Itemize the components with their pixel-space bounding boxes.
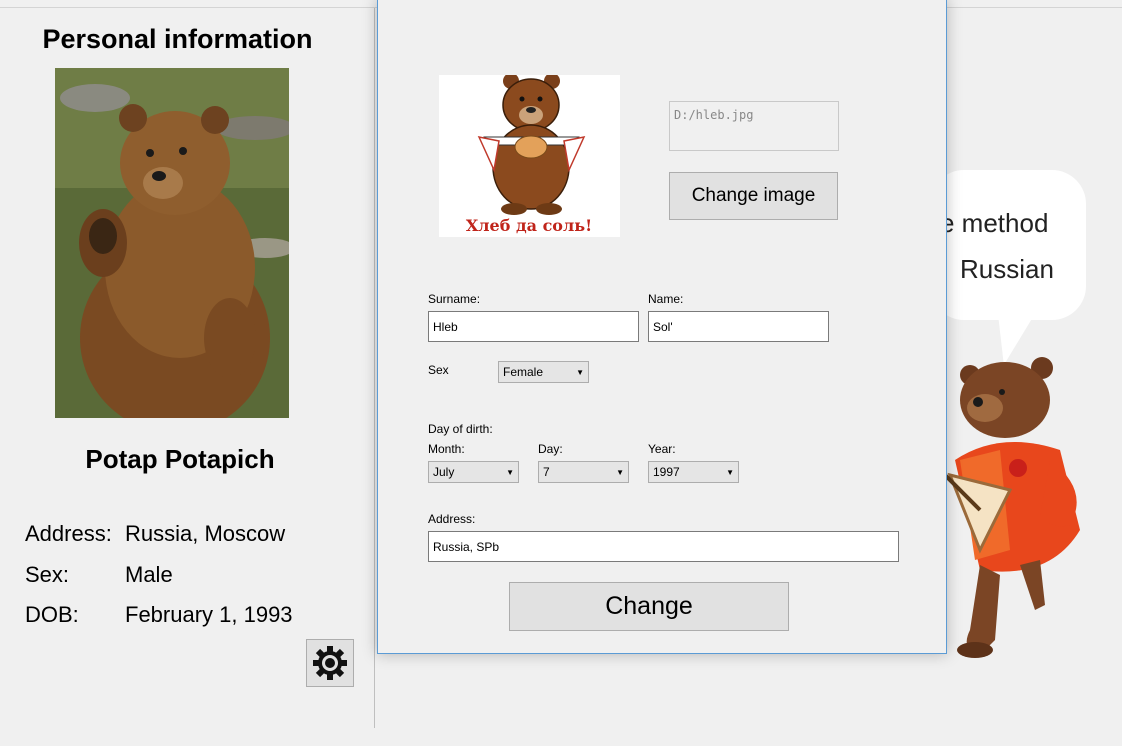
dob-value: February 1, 1993	[125, 602, 293, 627]
page-title: Personal information	[42, 24, 313, 54]
address-label: Address:	[428, 512, 476, 526]
name-input[interactable]: Sol'	[648, 311, 829, 342]
chevron-down-icon: ▼	[576, 367, 584, 377]
sex-value: Male	[125, 562, 173, 587]
chevron-down-icon: ▼	[726, 467, 734, 477]
sex-select-value: Female	[503, 365, 544, 379]
dob-row: DOB: February 1, 1993	[25, 602, 293, 628]
year-label: Year:	[648, 442, 676, 456]
image-path-field: D:/hleb.jpg	[669, 101, 839, 151]
month-select-value: July	[433, 465, 455, 479]
settings-button[interactable]	[306, 639, 354, 687]
change-image-button[interactable]: Change image	[669, 172, 838, 220]
address-value: Russia, Moscow	[125, 521, 286, 546]
profile-photo	[55, 68, 289, 418]
chevron-down-icon: ▼	[616, 467, 624, 477]
full-name: Potap Potapich	[85, 444, 275, 474]
day-select[interactable]: 7 ▼	[538, 461, 629, 483]
address-input[interactable]: Russia, SPb	[428, 531, 899, 562]
chevron-down-icon: ▼	[506, 467, 514, 477]
change-button[interactable]: Change	[509, 582, 789, 631]
surname-input[interactable]: Hleb	[428, 311, 639, 342]
balalaika-bear-illustration	[940, 357, 1080, 658]
month-select[interactable]: July ▼	[428, 461, 519, 483]
sex-label: Sex:	[25, 562, 70, 587]
speech-bubble-text: e method Russian	[940, 200, 1054, 292]
speech-line-1: e method	[940, 208, 1049, 238]
month-label: Month:	[428, 442, 465, 456]
panel-divider	[374, 8, 375, 728]
name-label: Name:	[648, 292, 684, 306]
sex-label: Sex	[428, 363, 449, 377]
sex-row: Sex: Male	[25, 562, 173, 588]
dob-label: Day of dirth:	[428, 422, 493, 436]
address-row: Address: Russia, Moscow	[25, 521, 285, 547]
day-label: Day:	[538, 442, 563, 456]
year-select[interactable]: 1997 ▼	[648, 461, 739, 483]
image-caption: Хлеб да соль!	[466, 216, 592, 235]
edit-profile-dialog: Хлеб да соль! D:/hleb.jpg Change image S…	[377, 0, 947, 654]
surname-label: Surname:	[428, 292, 481, 306]
profile-image-preview: Хлеб да соль!	[439, 73, 620, 237]
year-select-value: 1997	[653, 465, 680, 479]
address-label: Address:	[25, 521, 112, 546]
day-select-value: 7	[543, 465, 550, 479]
dob-label: DOB:	[25, 602, 79, 627]
sex-select[interactable]: Female ▼	[498, 361, 589, 383]
gear-icon	[313, 646, 347, 680]
speech-line-2: Russian	[960, 254, 1054, 284]
